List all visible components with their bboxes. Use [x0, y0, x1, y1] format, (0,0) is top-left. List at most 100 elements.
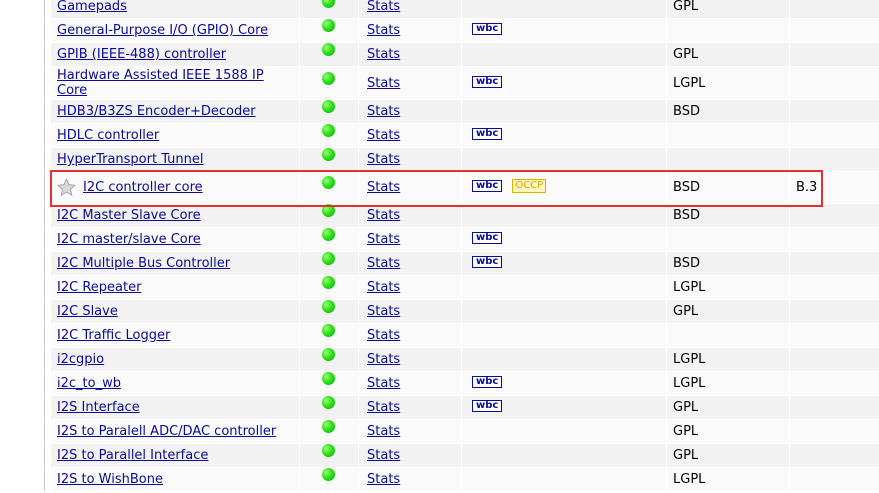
- version-cell: [789, 203, 879, 228]
- project-link[interactable]: I2S to WishBone: [57, 472, 163, 487]
- stats-link[interactable]: Stats: [367, 304, 400, 319]
- badges-cell: [461, 419, 667, 444]
- wbc-badge: wbc: [472, 400, 503, 412]
- status-cell: [299, 395, 359, 420]
- project-link[interactable]: I2S Interface: [57, 400, 140, 415]
- version-cell: [789, 467, 879, 492]
- wbc-badge: wbc: [472, 23, 503, 35]
- status-ok-icon: [322, 43, 335, 56]
- project-link[interactable]: General-Purpose I/O (GPIO) Core: [57, 23, 268, 38]
- stats-link[interactable]: Stats: [367, 152, 400, 167]
- project-name-cell: I2C Master Slave Core: [50, 203, 300, 228]
- badges-cell: [461, 147, 667, 172]
- project-link[interactable]: i2cgpio: [57, 352, 104, 367]
- stats-link[interactable]: Stats: [367, 104, 400, 119]
- project-link[interactable]: i2c_to_wb: [57, 376, 121, 391]
- project-name-cell: I2C Traffic Logger: [50, 323, 300, 348]
- project-link[interactable]: HDLC controller: [57, 128, 159, 143]
- stats-cell: Stats: [358, 203, 462, 228]
- stats-link[interactable]: Stats: [367, 232, 400, 247]
- status-ok-icon: [322, 444, 335, 457]
- badges-cell: [461, 42, 667, 67]
- stats-link[interactable]: Stats: [367, 448, 400, 463]
- table-row: i2cgpio Stats LGPL: [44, 347, 879, 372]
- project-link[interactable]: Gamepads: [57, 0, 127, 14]
- occp-badge: OCCP: [512, 178, 547, 193]
- project-name-cell: I2C Multiple Bus Controller: [50, 251, 300, 276]
- license-cell: GPL: [666, 0, 790, 19]
- version-cell: [789, 323, 879, 348]
- star-icon[interactable]: [56, 177, 77, 198]
- project-link[interactable]: I2C Multiple Bus Controller: [57, 256, 230, 271]
- project-link[interactable]: I2C Master Slave Core: [57, 208, 201, 223]
- table-row: I2S to WishBone Stats LGPL: [44, 467, 879, 492]
- stats-link[interactable]: Stats: [367, 352, 400, 367]
- stats-link[interactable]: Stats: [367, 180, 400, 195]
- stats-cell: Stats: [358, 299, 462, 324]
- stats-cell: Stats: [358, 347, 462, 372]
- stats-link[interactable]: Stats: [367, 424, 400, 439]
- version-cell: [789, 123, 879, 148]
- stats-link[interactable]: Stats: [367, 472, 400, 487]
- stats-cell: Stats: [358, 251, 462, 276]
- table-row: i2c_to_wb Stats wbc LGPL: [44, 371, 879, 396]
- project-link[interactable]: I2C controller core: [83, 180, 203, 195]
- table-row: Hardware Assisted IEEE 1588 IP Core Stats…: [44, 66, 879, 100]
- status-cell: [299, 147, 359, 172]
- stats-link[interactable]: Stats: [367, 23, 400, 38]
- wbc-badge: wbc: [472, 75, 503, 88]
- stats-cell: Stats: [358, 147, 462, 172]
- project-link[interactable]: I2S to Parallel Interface: [57, 448, 208, 463]
- table-row: I2C Multiple Bus Controller Stats wbc BS…: [44, 251, 879, 276]
- license-cell: GPL: [666, 419, 790, 444]
- table-row: HDB3/B3ZS Encoder+Decoder Stats BSD: [44, 99, 879, 124]
- stats-link[interactable]: Stats: [367, 47, 400, 62]
- status-ok-icon: [322, 19, 335, 32]
- project-link[interactable]: I2C Slave: [57, 304, 118, 319]
- project-link[interactable]: HyperTransport Tunnel: [57, 152, 204, 167]
- project-link[interactable]: I2C master/slave Core: [57, 232, 201, 247]
- status-cell: [299, 99, 359, 124]
- status-ok-icon: [322, 204, 335, 217]
- status-cell: [299, 347, 359, 372]
- stats-link[interactable]: Stats: [367, 280, 400, 295]
- badges-cell: wbc: [461, 251, 667, 276]
- stats-link[interactable]: Stats: [367, 400, 400, 415]
- stats-link[interactable]: Stats: [367, 256, 400, 271]
- status-ok-icon: [322, 148, 335, 161]
- project-name-cell: Gamepads: [50, 0, 300, 19]
- stats-link[interactable]: Stats: [367, 376, 400, 391]
- project-link[interactable]: I2C Traffic Logger: [57, 328, 170, 343]
- stats-cell: Stats: [358, 275, 462, 300]
- table-row: I2C Master Slave Core Stats BSD: [44, 203, 879, 228]
- stats-link[interactable]: Stats: [367, 0, 400, 14]
- status-ok-icon: [322, 252, 335, 265]
- wbc-badge: wbc: [472, 128, 503, 140]
- badges-cell: wbc: [461, 123, 667, 148]
- status-cell: [299, 299, 359, 324]
- status-ok-icon: [322, 468, 335, 481]
- license-cell: LGPL: [666, 467, 790, 492]
- status-ok-icon: [322, 0, 335, 8]
- project-link[interactable]: I2S to Paralell ADC/DAC controller: [57, 424, 276, 439]
- version-cell: [789, 251, 879, 276]
- status-cell: [299, 123, 359, 148]
- stats-cell: Stats: [358, 419, 462, 444]
- version-cell: [789, 371, 879, 396]
- stats-link[interactable]: Stats: [367, 208, 400, 223]
- status-cell: [299, 66, 359, 100]
- stats-link[interactable]: Stats: [367, 128, 400, 143]
- stats-link[interactable]: Stats: [367, 328, 400, 343]
- project-link[interactable]: GPIB (IEEE-488) controller: [57, 47, 226, 62]
- version-cell: [789, 99, 879, 124]
- project-link[interactable]: HDB3/B3ZS Encoder+Decoder: [57, 104, 256, 119]
- badges-cell: [461, 203, 667, 228]
- project-link[interactable]: Hardware Assisted IEEE 1588 IP Core: [57, 68, 264, 98]
- stats-link[interactable]: Stats: [367, 76, 400, 91]
- license-cell: GPL: [666, 42, 790, 67]
- badges-cell: [461, 323, 667, 348]
- status-ok-icon: [322, 71, 335, 85]
- license-cell: GPL: [666, 299, 790, 324]
- badges-cell: wbc: [461, 18, 667, 43]
- project-link[interactable]: I2C Repeater: [57, 280, 141, 295]
